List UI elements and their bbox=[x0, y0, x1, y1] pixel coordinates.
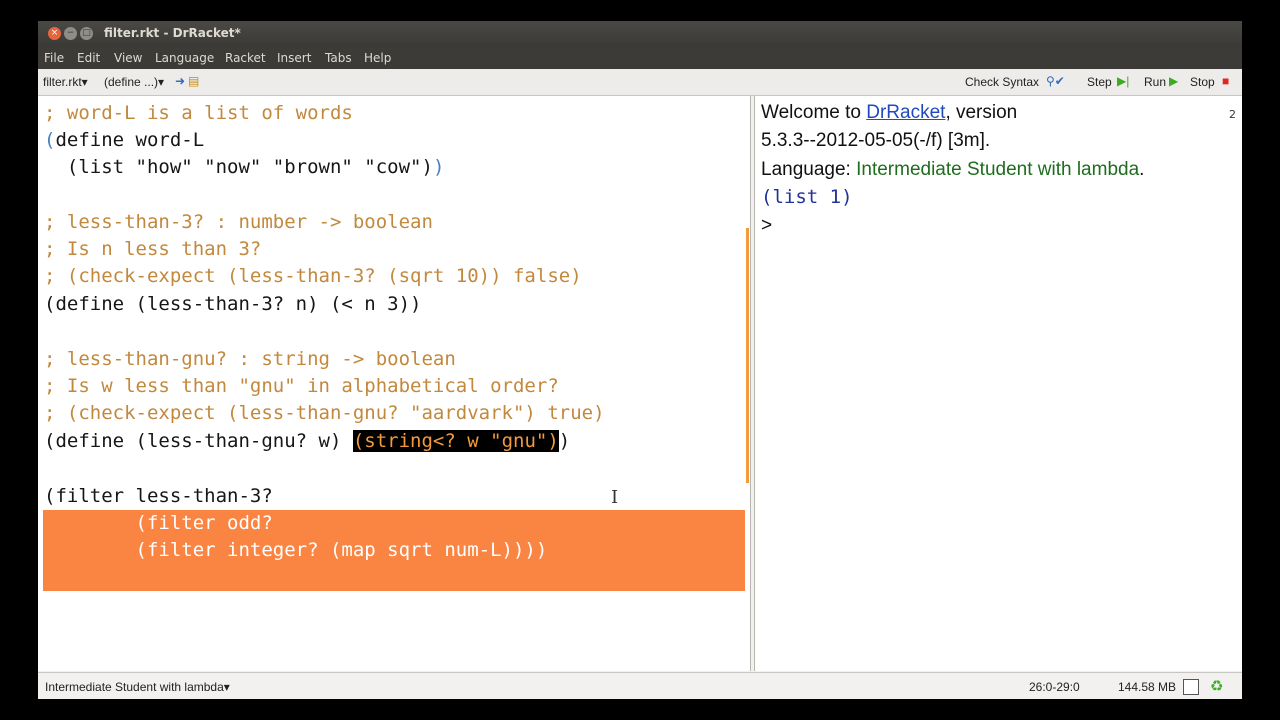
repl-language: Language: Intermediate Student with lamb… bbox=[761, 159, 1144, 181]
code-line: (list "how" "now" "brown" "cow")) bbox=[44, 154, 445, 181]
stop-icon[interactable]: ■ bbox=[1222, 74, 1229, 88]
code-line: ; less-than-gnu? : string -> boolean bbox=[44, 348, 456, 370]
cursor-position: 26:0-29:0 bbox=[1029, 680, 1080, 694]
memory-usage: 144.58 MB bbox=[1118, 680, 1177, 694]
menu-view[interactable]: View bbox=[114, 51, 142, 65]
code-line: ; (check-expect (less-than-gnu? "aardvar… bbox=[44, 402, 605, 424]
result-value: (list 1) bbox=[761, 186, 853, 208]
check-syntax-button[interactable]: Check Syntax bbox=[965, 75, 1039, 89]
window-title: filter.rkt - DrRacket* bbox=[104, 26, 241, 40]
code-line: (define (less-than-gnu? w) (string<? w "… bbox=[44, 428, 570, 455]
menu-insert[interactable]: Insert bbox=[277, 51, 311, 65]
menu-file[interactable]: File bbox=[44, 51, 64, 65]
definitions-editor[interactable]: ; word-L is a list of words (define word… bbox=[38, 96, 751, 671]
toolbar: filter.rkt▾ (define ...)▾ ➜ ▤ Check Synt… bbox=[38, 69, 1242, 96]
code-line: (filter less-than-3? bbox=[44, 485, 273, 507]
save-arrow-icon[interactable]: ➜ bbox=[175, 74, 185, 88]
code-line: (filter integer? (map sqrt num-L)))) bbox=[44, 539, 548, 561]
define-selector[interactable]: (define ...)▾ bbox=[104, 75, 164, 89]
repl-welcome: Welcome to DrRacket, version bbox=[761, 102, 1017, 124]
file-selector[interactable]: filter.rkt▾ bbox=[43, 75, 88, 89]
close-icon[interactable]: × bbox=[48, 27, 61, 40]
code-line: ; word-L is a list of words bbox=[44, 102, 353, 124]
repl-result: (list 1) bbox=[761, 186, 853, 209]
code-text: (list "how" "now" "brown" "cow") bbox=[44, 156, 433, 178]
language-selector[interactable]: Intermediate Student with lambda▾ bbox=[45, 680, 230, 694]
drracket-window: × − □ filter.rkt - DrRacket* File Edit V… bbox=[38, 21, 1242, 699]
paren: ( bbox=[44, 129, 56, 151]
stop-button[interactable]: Stop bbox=[1190, 75, 1215, 89]
scroll-indicator[interactable] bbox=[746, 228, 749, 483]
repl-corner-icon: 2 bbox=[1229, 108, 1236, 121]
code-line: (define (less-than-3? n) (< n 3)) bbox=[44, 293, 422, 315]
minimize-icon[interactable]: − bbox=[64, 27, 77, 40]
paren: ) bbox=[432, 156, 445, 178]
title-bar: × − □ filter.rkt - DrRacket* bbox=[38, 21, 1242, 47]
code-line: ; less-than-3? : number -> boolean bbox=[44, 211, 433, 233]
recycle-icon: ♻ bbox=[1210, 678, 1224, 695]
menu-racket[interactable]: Racket bbox=[225, 51, 266, 65]
code-line: ; Is w less than "gnu" in alphabetical o… bbox=[44, 375, 559, 397]
repl-prompt[interactable]: > bbox=[761, 215, 772, 237]
gc-box bbox=[1183, 679, 1199, 695]
code-line: (define word-L bbox=[44, 127, 204, 154]
repl-text: . bbox=[1139, 159, 1145, 180]
text-cursor-icon: I bbox=[611, 487, 619, 508]
status-bar: Intermediate Student with lambda▾ 26:0-2… bbox=[38, 672, 1242, 699]
repl-text: , version bbox=[945, 102, 1018, 123]
code-line: ; Is n less than 3? bbox=[44, 238, 262, 260]
selected-expression[interactable]: (string<? w "gnu") bbox=[352, 430, 559, 452]
code-line: (filter odd? bbox=[44, 512, 273, 534]
code-line: ; (check-expect (less-than-3? (sqrt 10))… bbox=[44, 265, 582, 287]
run-icon[interactable]: ▶ bbox=[1169, 74, 1178, 88]
drracket-link[interactable]: DrRacket bbox=[866, 102, 945, 123]
menu-help[interactable]: Help bbox=[364, 51, 391, 65]
step-icon[interactable]: ▶| bbox=[1117, 74, 1129, 88]
interactions-pane[interactable]: Welcome to DrRacket, version 5.3.3--2012… bbox=[754, 96, 1242, 671]
repl-text: Welcome to bbox=[761, 102, 867, 123]
save-icon[interactable]: ▤ bbox=[188, 74, 199, 88]
menu-edit[interactable]: Edit bbox=[77, 51, 100, 65]
menu-language[interactable]: Language bbox=[155, 51, 214, 65]
menu-bar: File Edit View Language Racket Insert Ta… bbox=[38, 47, 1242, 69]
magnifier-check-icon[interactable]: ⚲✔ bbox=[1046, 74, 1065, 88]
code-text: (define (less-than-gnu? w) bbox=[44, 430, 353, 452]
language-name: Intermediate Student with lambda bbox=[856, 159, 1140, 180]
code-text: define word-L bbox=[55, 129, 205, 151]
maximize-icon[interactable]: □ bbox=[80, 27, 93, 40]
menu-tabs[interactable]: Tabs bbox=[325, 51, 352, 65]
code-text: ) bbox=[558, 430, 571, 452]
run-button[interactable]: Run bbox=[1144, 75, 1166, 89]
repl-text: Language: bbox=[761, 159, 857, 180]
step-button[interactable]: Step bbox=[1087, 75, 1112, 89]
repl-version: 5.3.3--2012-05-05(-/f) [3m]. bbox=[761, 130, 991, 151]
